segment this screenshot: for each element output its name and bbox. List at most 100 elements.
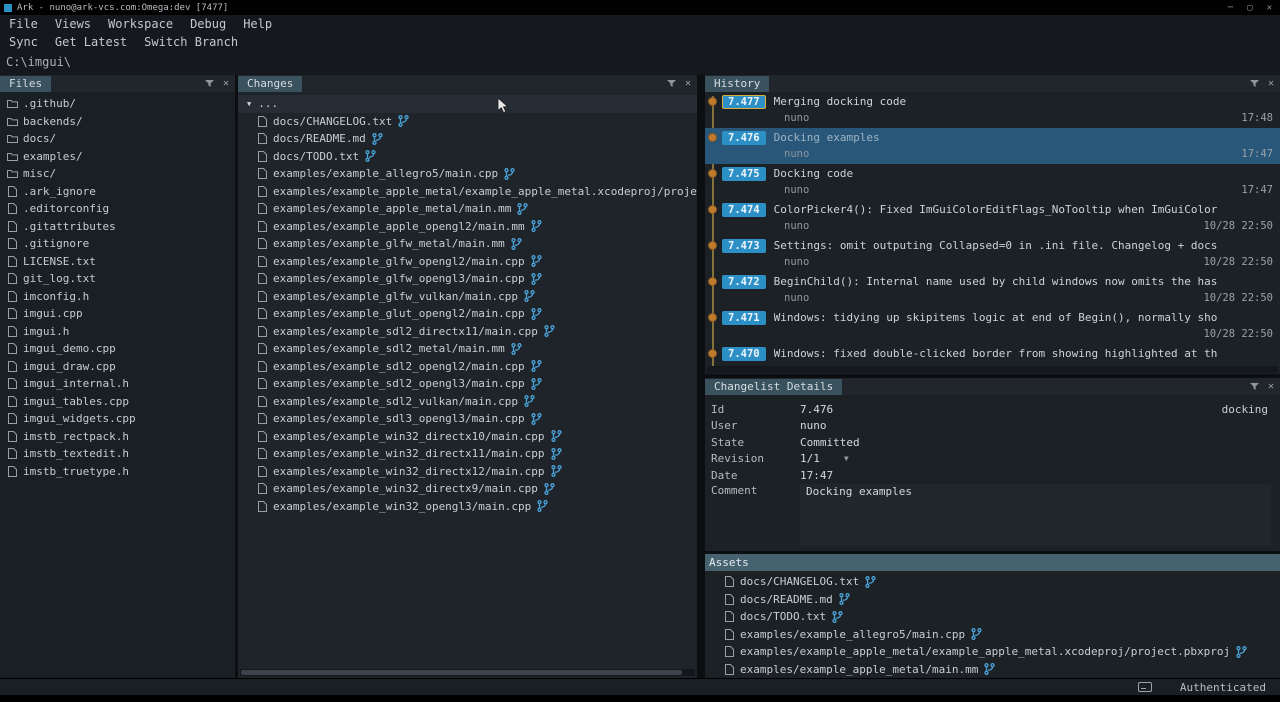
close-panel-icon[interactable]: ✕ — [223, 79, 229, 89]
close-panel-icon[interactable]: ✕ — [685, 79, 691, 89]
history-entry[interactable]: 7.474 ColorPicker4(): Fixed ImGuiColorEd… — [705, 200, 1280, 236]
asset-file-row[interactable]: examples/example_allegro5/main.cpp — [705, 626, 1280, 644]
menu-item[interactable]: Workspace — [108, 17, 173, 31]
changed-file-row[interactable]: examples/example_win32_directx11/main.cp… — [238, 445, 697, 463]
history-entry[interactable]: 7.476 Docking examples nuno 17:47 — [705, 128, 1280, 164]
file-tree-item[interactable]: imstb_truetype.h — [0, 463, 235, 481]
changed-file-row[interactable]: examples/example_sdl2_opengl2/main.cpp — [238, 358, 697, 376]
changed-file-row[interactable]: docs/CHANGELOG.txt — [238, 113, 697, 131]
toolbar-button[interactable]: Switch Branch — [144, 35, 238, 49]
file-tree-item[interactable]: imconfig.h — [0, 288, 235, 306]
filter-icon[interactable] — [667, 79, 676, 88]
toolbar-button[interactable]: Sync — [9, 35, 38, 49]
menu-item[interactable]: Help — [243, 17, 272, 31]
changed-file-row[interactable]: examples/example_glfw_metal/main.mm — [238, 235, 697, 253]
revision-badge: 7.474 — [722, 203, 766, 217]
file-icon — [725, 611, 734, 622]
changed-file-row[interactable]: examples/example_sdl3_opengl3/main.cpp — [238, 410, 697, 428]
files-tab[interactable]: Files — [0, 76, 51, 92]
asset-file-row[interactable]: docs/README.md — [705, 591, 1280, 609]
file-tree-item[interactable]: .editorconfig — [0, 200, 235, 218]
asset-file-row[interactable]: examples/example_apple_metal/main.mm — [705, 661, 1280, 677]
changed-file-row[interactable]: docs/README.md — [238, 130, 697, 148]
details-tab[interactable]: Changelist Details — [705, 379, 842, 395]
file-tree-item[interactable]: imstb_rectpack.h — [0, 428, 235, 446]
file-tree-item[interactable]: .ark_ignore — [0, 183, 235, 201]
menu-item[interactable]: File — [9, 17, 38, 31]
file-tree-item[interactable]: .gitattributes — [0, 218, 235, 236]
changed-file-row[interactable]: examples/example_allegro5/main.cpp — [238, 165, 697, 183]
changed-file-path: examples/example_apple_metal/example_app… — [273, 185, 697, 198]
file-tree-item[interactable]: examples/ — [0, 148, 235, 166]
comment-field[interactable]: Docking examples — [800, 484, 1271, 547]
history-entry[interactable]: 7.472 BeginChild(): Internal name used b… — [705, 272, 1280, 308]
filter-icon[interactable] — [1250, 79, 1259, 88]
file-tree-item[interactable]: imgui_demo.cpp — [0, 340, 235, 358]
file-tree-item[interactable]: imgui.h — [0, 323, 235, 341]
close-panel-icon[interactable]: ✕ — [1268, 79, 1274, 89]
file-tree-item[interactable]: imgui_widgets.cpp — [0, 410, 235, 428]
changed-file-row[interactable]: examples/example_win32_opengl3/main.cpp — [238, 498, 697, 516]
history-list: 7.477 Merging docking code nuno 17:48 — [705, 92, 1280, 366]
maximize-button[interactable]: ▢ — [1247, 3, 1252, 13]
branch-name: docking — [1222, 403, 1280, 416]
commit-time: 10/28 22:50 — [1203, 220, 1280, 232]
close-panel-icon[interactable]: ✕ — [1268, 382, 1274, 392]
history-entry[interactable]: 7.471 Windows: tidying up skipitems logi… — [705, 308, 1280, 344]
file-tree-item[interactable]: git_log.txt — [0, 270, 235, 288]
file-tree-item[interactable]: LICENSE.txt — [0, 253, 235, 271]
filter-icon[interactable] — [1250, 382, 1259, 391]
file-tree-item[interactable]: .gitignore — [0, 235, 235, 253]
chevron-down-icon[interactable]: ▼ — [844, 454, 849, 463]
changed-file-row[interactable]: examples/example_apple_metal/example_app… — [238, 183, 697, 201]
file-tree-item[interactable]: .github/ — [0, 95, 235, 113]
changed-file-row[interactable]: examples/example_sdl2_metal/main.mm — [238, 340, 697, 358]
changed-file-row[interactable]: examples/example_win32_directx10/main.cp… — [238, 428, 697, 446]
changed-file-row[interactable]: examples/example_glut_opengl2/main.cpp — [238, 305, 697, 323]
changed-file-row[interactable]: examples/example_glfw_vulkan/main.cpp — [238, 288, 697, 306]
changes-root-row[interactable]: ▼ ... — [238, 95, 697, 113]
filter-icon[interactable] — [205, 79, 214, 88]
changes-tab[interactable]: Changes — [238, 76, 302, 92]
minimize-button[interactable]: ─ — [1228, 3, 1233, 13]
asset-file-row[interactable]: docs/CHANGELOG.txt — [705, 573, 1280, 591]
file-tree-item[interactable]: imgui.cpp — [0, 305, 235, 323]
menu-item[interactable]: Views — [55, 17, 91, 31]
changed-file-row[interactable]: examples/example_win32_directx9/main.cpp — [238, 480, 697, 498]
file-tree-label: imgui.cpp — [23, 307, 83, 320]
assets-header[interactable]: Assets — [705, 554, 1280, 571]
horizontal-scrollbar[interactable] — [707, 366, 1278, 373]
changed-file-row[interactable]: examples/example_apple_metal/main.mm — [238, 200, 697, 218]
menu-item[interactable]: Debug — [190, 17, 226, 31]
file-tree-item[interactable]: backends/ — [0, 113, 235, 131]
toolbar-button[interactable]: Get Latest — [55, 35, 127, 49]
revision-selector[interactable]: 1/1 — [800, 452, 820, 465]
history-entry[interactable]: 7.475 Docking code nuno 17:47 — [705, 164, 1280, 200]
changed-file-row[interactable]: examples/example_win32_directx12/main.cp… — [238, 463, 697, 481]
graph-node-icon — [708, 313, 717, 322]
changed-file-row[interactable]: examples/example_sdl2_directx11/main.cpp — [238, 323, 697, 341]
changed-file-row[interactable]: docs/TODO.txt — [238, 148, 697, 166]
file-icon — [258, 221, 267, 232]
history-entry[interactable]: 7.470 Windows: fixed double-clicked bord… — [705, 344, 1280, 366]
changed-file-row[interactable]: examples/example_sdl2_vulkan/main.cpp — [238, 393, 697, 411]
history-entry[interactable]: 7.473 Settings: omit outputing Collapsed… — [705, 236, 1280, 272]
file-tree-item[interactable]: docs/ — [0, 130, 235, 148]
scrollbar-thumb[interactable] — [241, 670, 682, 675]
file-tree-item[interactable]: misc/ — [0, 165, 235, 183]
history-entry[interactable]: 7.477 Merging docking code nuno 17:48 — [705, 92, 1280, 128]
changed-file-row[interactable]: examples/example_apple_opengl2/main.mm — [238, 218, 697, 236]
horizontal-scrollbar[interactable] — [240, 669, 695, 676]
file-tree-item[interactable]: imgui_tables.cpp — [0, 393, 235, 411]
history-tab[interactable]: History — [705, 76, 769, 92]
close-button[interactable]: ✕ — [1267, 3, 1272, 13]
asset-file-row[interactable]: docs/TODO.txt — [705, 608, 1280, 626]
changed-file-row[interactable]: examples/example_glfw_opengl3/main.cpp — [238, 270, 697, 288]
asset-file-row[interactable]: examples/example_apple_metal/example_app… — [705, 643, 1280, 661]
branch-icon — [544, 325, 555, 337]
changed-file-row[interactable]: examples/example_sdl2_opengl3/main.cpp — [238, 375, 697, 393]
file-tree-item[interactable]: imgui_draw.cpp — [0, 358, 235, 376]
file-tree-item[interactable]: imgui_internal.h — [0, 375, 235, 393]
file-tree-item[interactable]: imstb_textedit.h — [0, 445, 235, 463]
changed-file-row[interactable]: examples/example_glfw_opengl2/main.cpp — [238, 253, 697, 271]
